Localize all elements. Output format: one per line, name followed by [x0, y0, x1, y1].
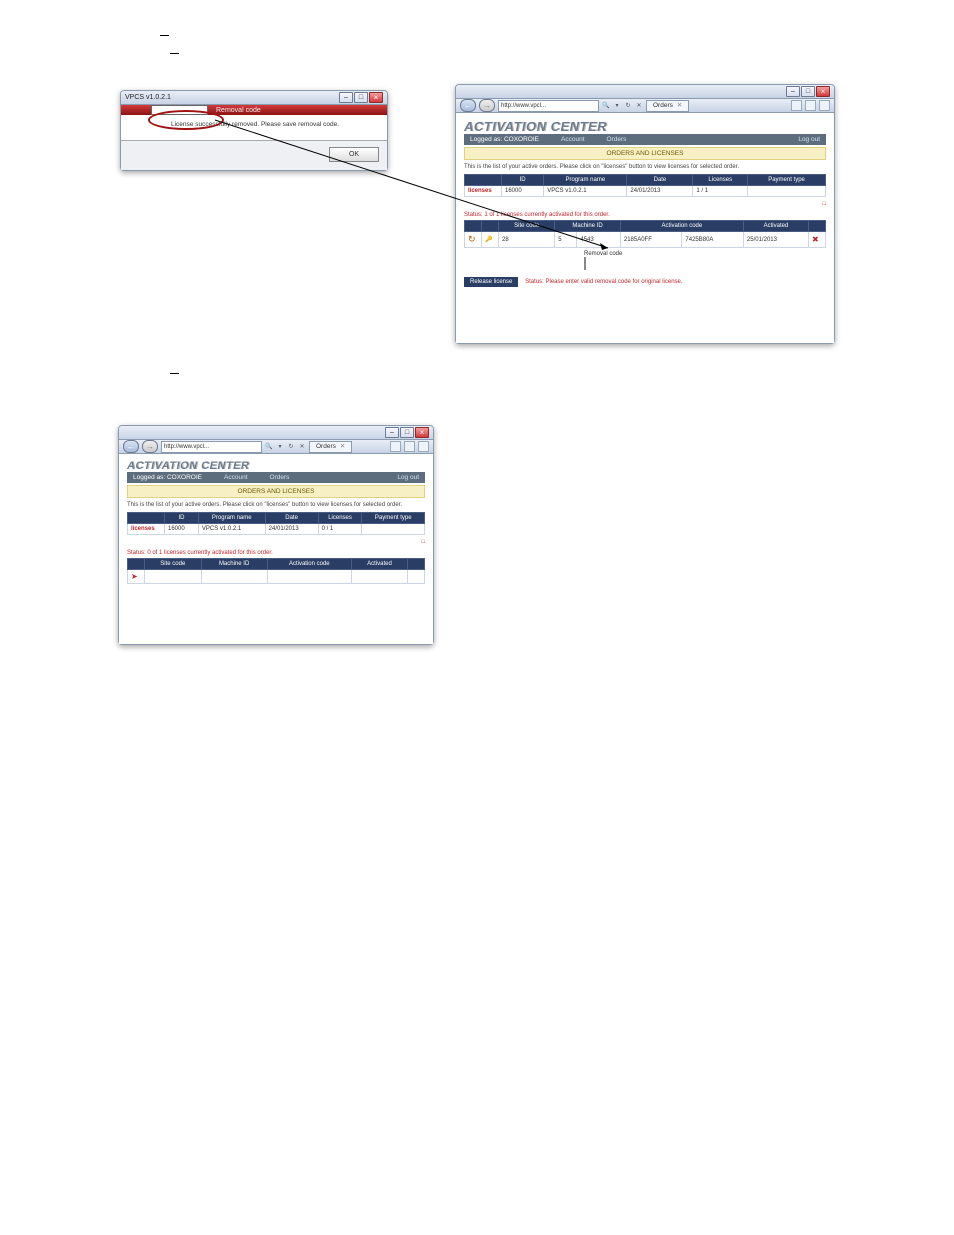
- stop-icon[interactable]: ✕: [298, 443, 306, 451]
- nav-orders[interactable]: Orders: [270, 474, 290, 481]
- search-icon[interactable]: 🔍: [602, 102, 610, 110]
- forward-button[interactable]: →: [142, 440, 158, 453]
- nav-orders[interactable]: Orders: [607, 136, 627, 143]
- nav-account[interactable]: Account: [224, 474, 248, 481]
- table-row: licenses 16000 VPCS v1.0.2.1 24/01/2013 …: [128, 524, 425, 535]
- licenses-link[interactable]: licenses: [468, 188, 492, 194]
- close-icon[interactable]: [369, 92, 383, 103]
- page-title: ACTIVATION CENTER: [127, 460, 425, 472]
- release-status-message: Status: Please enter valid removal code …: [525, 279, 682, 285]
- search-icon[interactable]: 🔍: [265, 443, 273, 451]
- removal-code-input[interactable]: [584, 257, 586, 270]
- home-icon[interactable]: [390, 441, 401, 452]
- table-row: ➤: [128, 570, 425, 584]
- settings-icon[interactable]: [819, 100, 830, 111]
- removal-code-label: Removal code: [584, 251, 826, 257]
- maximize-icon[interactable]: [801, 86, 815, 97]
- expand-icon[interactable]: □: [823, 201, 826, 207]
- nav-logout[interactable]: Log out: [798, 136, 820, 143]
- favorites-icon[interactable]: [404, 441, 415, 452]
- maximize-icon[interactable]: [354, 92, 368, 103]
- removal-code-label: Removal code: [216, 107, 261, 114]
- back-button[interactable]: ←: [123, 440, 139, 453]
- delete-icon[interactable]: ✖: [809, 232, 826, 248]
- removal-code-dialog: VPCS v1.0.2.1 Removal code License succe…: [120, 90, 388, 171]
- refresh-icon[interactable]: ↻: [624, 102, 632, 110]
- dropdown-icon[interactable]: ▾: [613, 102, 621, 110]
- license-status: Status: 0 of 1 licenses currently activa…: [127, 550, 425, 556]
- minimize-icon[interactable]: [385, 427, 399, 438]
- table-row: licenses 16000 VPCS v1.0.2.1 24/01/2013 …: [465, 186, 826, 197]
- table-row: ↻ 🔑 28 5 4543 2185A0FF 7425B80A 25/01/20…: [465, 232, 826, 248]
- minimize-icon[interactable]: [786, 86, 800, 97]
- favorites-icon[interactable]: [805, 100, 816, 111]
- removal-code-field: [151, 105, 208, 115]
- tab-close-icon[interactable]: ✕: [340, 443, 345, 450]
- orders-table: ID Program name Date Licenses Payment ty…: [464, 174, 826, 197]
- minimize-icon[interactable]: [339, 92, 353, 103]
- dialog-title: VPCS v1.0.2.1: [125, 94, 171, 101]
- section-heading: ORDERS AND LICENSES: [127, 485, 425, 498]
- activation-center-browser-2: ← → http://www.vpcl... 🔍 ▾ ↻ ✕ Orders✕ A…: [118, 425, 434, 645]
- activation-center-browser-1: ← → http://www.vpcl... 🔍 ▾ ↻ ✕ Orders✕ A…: [455, 84, 835, 344]
- refresh-icon[interactable]: ↻: [287, 443, 295, 451]
- bullet-dash: [170, 53, 179, 54]
- expand-icon[interactable]: □: [422, 539, 425, 545]
- browser-tab[interactable]: Orders✕: [646, 100, 689, 112]
- nav-logout[interactable]: Log out: [397, 474, 419, 481]
- dropdown-icon[interactable]: ▾: [276, 443, 284, 451]
- back-button[interactable]: ←: [460, 99, 476, 112]
- stop-icon[interactable]: ✕: [635, 102, 643, 110]
- hint-text: This is the list of your active orders. …: [464, 164, 826, 170]
- maximize-icon[interactable]: [400, 427, 414, 438]
- licenses-table: Site code Machine ID Activation code Act…: [127, 558, 425, 584]
- close-icon[interactable]: [415, 427, 429, 438]
- license-status: Status: 1 of 1 licenses currently activa…: [464, 212, 826, 218]
- key-icon: 🔑: [482, 232, 499, 248]
- dialog-message: License successfully removed. Please sav…: [121, 115, 387, 141]
- browser-tab[interactable]: Orders✕: [309, 441, 352, 453]
- hint-text: This is the list of your active orders. …: [127, 502, 425, 508]
- tab-close-icon[interactable]: ✕: [677, 102, 682, 109]
- release-license-button[interactable]: Release license: [464, 277, 518, 287]
- home-icon[interactable]: [791, 100, 802, 111]
- close-icon[interactable]: [816, 86, 830, 97]
- recycle-icon[interactable]: ↻: [465, 232, 482, 248]
- nav-account[interactable]: Account: [561, 136, 585, 143]
- forward-button[interactable]: →: [479, 99, 495, 112]
- licenses-table: Site code Machine ID Activation code Act…: [464, 220, 826, 248]
- address-bar[interactable]: http://www.vpcl...: [161, 441, 262, 453]
- address-bar[interactable]: http://www.vpcl...: [498, 100, 599, 112]
- ok-button[interactable]: OK: [329, 147, 379, 162]
- add-license-icon[interactable]: ➤: [128, 570, 145, 584]
- licenses-link[interactable]: licenses: [131, 526, 155, 532]
- bullet-dash: [160, 35, 169, 36]
- section-heading: ORDERS AND LICENSES: [464, 147, 826, 160]
- page-title: ACTIVATION CENTER: [464, 119, 826, 134]
- logged-as: Logged as: COXOROIE: [470, 136, 539, 143]
- settings-icon[interactable]: [418, 441, 429, 452]
- orders-table: ID Program name Date Licenses Payment ty…: [127, 512, 425, 535]
- logged-as: Logged as: COXOROIE: [133, 474, 202, 481]
- bullet-dash: [170, 373, 179, 374]
